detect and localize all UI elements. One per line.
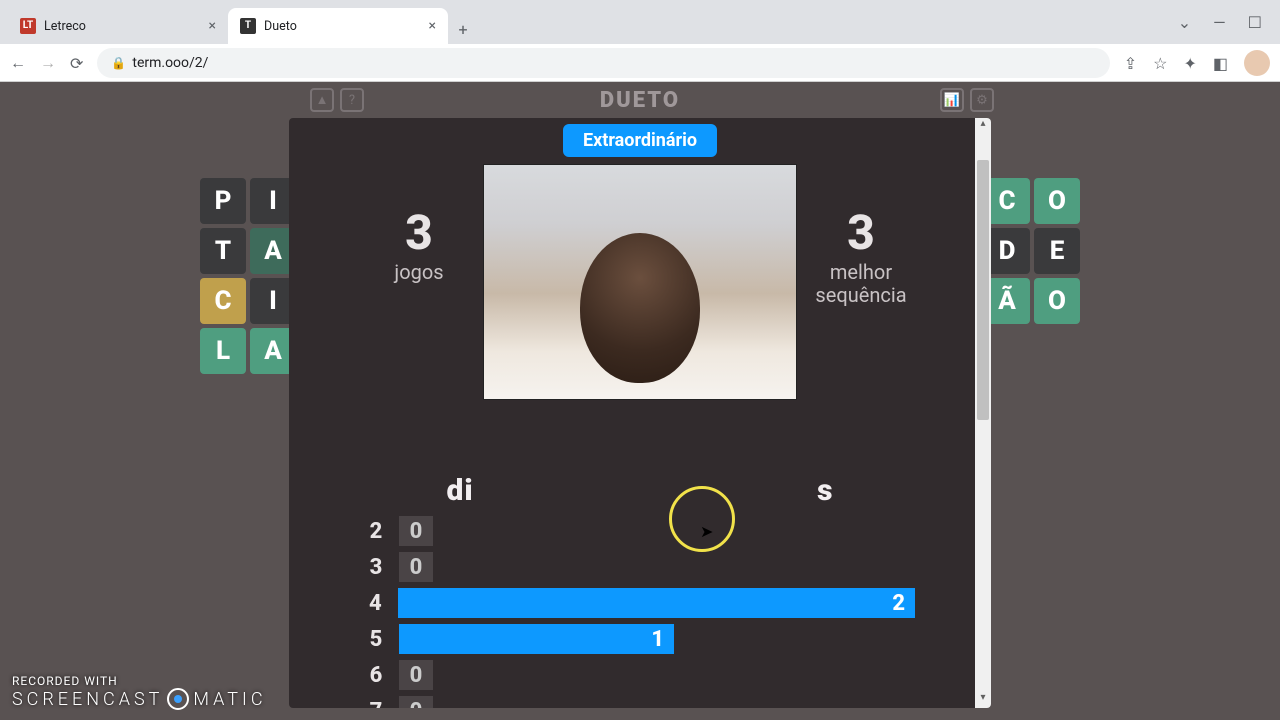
profile-avatar[interactable] <box>1244 50 1270 76</box>
dist-bar: 0 <box>399 516 433 546</box>
chevron-down-icon[interactable]: ⌄ <box>1178 13 1191 32</box>
dist-label: 2 <box>365 519 387 544</box>
tab-favicon: LT <box>20 18 36 34</box>
stat-games-label: jogos <box>349 261 489 284</box>
dist-row: 60 <box>365 658 915 692</box>
dist-bar: 0 <box>399 552 433 582</box>
recorder-watermark: RECORDED WITH SCREENCAST MATIC <box>12 674 267 710</box>
result-badge: Extraordinário <box>563 124 717 157</box>
dist-row: 30 <box>365 550 915 584</box>
distribution-list: 203042516070💀0 <box>289 508 991 708</box>
tab-title: Dueto <box>264 19 423 34</box>
webcam-overlay <box>483 164 797 400</box>
dist-row: 20 <box>365 514 915 548</box>
tab-title: Letreco <box>44 19 203 34</box>
game-area: ▲ ? DUETO 📊 ⚙ PITACILA CODEÃO ZXVBNM ENT… <box>0 82 1280 720</box>
dist-bar: 2 <box>398 588 915 618</box>
scroll-thumb[interactable] <box>977 160 989 420</box>
dist-label: 6 <box>365 663 387 688</box>
watermark-line1: RECORDED WITH <box>12 674 267 688</box>
stat-streak-label: melhorsequência <box>791 261 931 307</box>
dist-bar: 0 <box>399 696 433 708</box>
stat-games-value: 3 <box>349 204 489 261</box>
tab-dueto[interactable]: T Dueto × <box>228 8 448 44</box>
dist-title-suffix: s <box>817 473 833 508</box>
side-panel-icon[interactable]: ◧ <box>1213 54 1228 73</box>
browser-chrome: LT Letreco × T Dueto × + ⌄ — ☐ ← → ⟳ 🔒 t… <box>0 0 1280 82</box>
tab-favicon: T <box>240 18 256 34</box>
reload-button[interactable]: ⟳ <box>70 54 83 73</box>
new-tab-button[interactable]: + <box>448 14 478 44</box>
close-icon[interactable]: × <box>429 18 436 34</box>
stat-streak-value: 3 <box>791 204 931 261</box>
scroll-up-icon[interactable]: ▴ <box>975 118 991 134</box>
modal-scrollbar[interactable]: ▴ ▾ <box>975 118 991 708</box>
dist-label: 3 <box>365 555 387 580</box>
dist-row: 51 <box>365 622 915 656</box>
watermark-brand-b: MATIC <box>193 689 266 710</box>
minimize-icon[interactable]: — <box>1213 13 1226 32</box>
dist-label: 7 <box>365 699 387 709</box>
address-bar: ← → ⟳ 🔒 term.ooo/2/ ⇪ ☆ ✦ ◧ <box>0 44 1280 82</box>
watermark-brand-a: SCREENCAST <box>12 689 163 710</box>
extensions-icon[interactable]: ✦ <box>1183 54 1196 73</box>
back-button[interactable]: ← <box>10 53 26 73</box>
url-text: term.ooo/2/ <box>132 55 208 71</box>
share-icon[interactable]: ⇪ <box>1124 54 1137 73</box>
dist-title-prefix: di <box>446 473 473 508</box>
dist-label: 4 <box>365 591 386 616</box>
close-icon[interactable]: × <box>209 18 216 34</box>
distribution-heading: di stribuição de tentativa s <box>289 473 991 508</box>
forward-button[interactable]: → <box>40 53 56 73</box>
maximize-icon[interactable]: ☐ <box>1248 13 1262 32</box>
scroll-down-icon[interactable]: ▾ <box>975 692 991 708</box>
window-controls: ⌄ — ☐ <box>1178 0 1280 44</box>
watermark-logo-icon <box>167 688 189 710</box>
dist-label: 5 <box>365 627 387 652</box>
dist-bar: 1 <box>399 624 674 654</box>
dist-row: 42 <box>365 586 915 620</box>
stat-best-streak: 3 melhorsequência <box>791 204 931 307</box>
url-input[interactable]: 🔒 term.ooo/2/ <box>97 48 1109 78</box>
stat-games: 3 jogos <box>349 204 489 284</box>
dist-bar: 0 <box>399 660 433 690</box>
star-icon[interactable]: ☆ <box>1153 54 1167 73</box>
dist-row: 70 <box>365 694 915 708</box>
lock-icon: 🔒 <box>111 56 126 70</box>
tab-letreco[interactable]: LT Letreco × <box>8 8 228 44</box>
tab-strip: LT Letreco × T Dueto × + ⌄ — ☐ <box>0 0 1280 44</box>
